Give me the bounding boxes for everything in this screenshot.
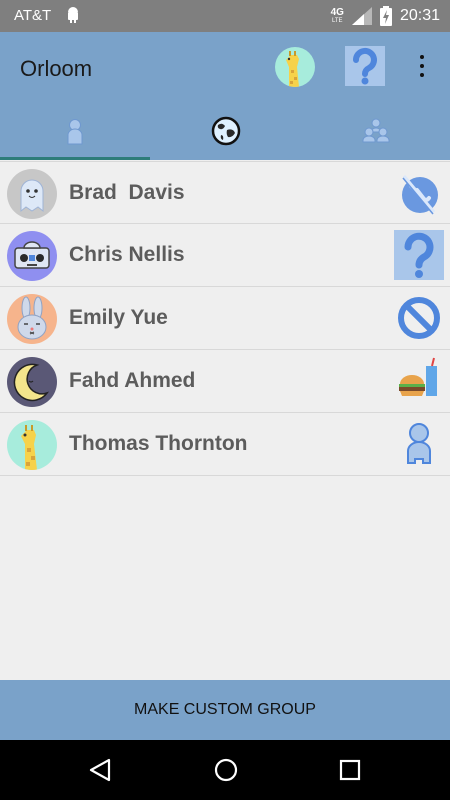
home-icon[interactable] bbox=[213, 757, 239, 783]
contact-list: Brad Davis Chris Nellis Emily Yue Fahd A… bbox=[0, 161, 450, 476]
make-custom-group-button[interactable]: MAKE CUSTOM GROUP bbox=[0, 680, 450, 740]
avatar bbox=[7, 357, 57, 407]
tab-indicator bbox=[0, 157, 150, 160]
person-icon bbox=[67, 119, 83, 145]
tab-world[interactable] bbox=[150, 104, 300, 160]
question-icon bbox=[352, 47, 377, 85]
ghost-icon bbox=[20, 179, 44, 213]
app-bar: Orloom bbox=[0, 32, 450, 160]
back-icon[interactable] bbox=[87, 757, 113, 783]
recent-apps-icon[interactable] bbox=[339, 759, 361, 781]
battery-charging-icon bbox=[379, 6, 392, 26]
overflow-menu-icon[interactable] bbox=[412, 52, 432, 82]
contact-name: Brad Davis bbox=[69, 181, 185, 204]
avatar bbox=[7, 420, 57, 470]
contact-row[interactable]: Fahd Ahmed bbox=[0, 350, 450, 413]
status-bar: AT&T 4G LTE 20:31 bbox=[0, 0, 450, 32]
food-icon bbox=[399, 357, 437, 396]
robot-icon bbox=[14, 241, 50, 269]
contact-row[interactable]: Thomas Thornton bbox=[0, 413, 450, 476]
carrier-label: AT&T bbox=[14, 7, 52, 24]
contact-row[interactable]: Chris Nellis bbox=[0, 224, 450, 287]
app-title: Orloom bbox=[20, 56, 93, 81]
signal-icon bbox=[351, 7, 372, 25]
giraffe-icon bbox=[21, 425, 37, 470]
clock: 20:31 bbox=[399, 7, 440, 24]
giraffe-icon bbox=[286, 51, 299, 87]
moon-icon bbox=[13, 363, 50, 402]
contact-name: Chris Nellis bbox=[69, 243, 185, 266]
system-nav-bar bbox=[0, 740, 450, 800]
muted-phone-icon bbox=[402, 175, 438, 215]
contact-name: Emily Yue bbox=[69, 306, 168, 329]
group-icon bbox=[362, 118, 390, 143]
help-button[interactable] bbox=[345, 46, 385, 86]
avatar bbox=[7, 294, 57, 344]
bunny-icon bbox=[17, 296, 47, 340]
network-indicator: 4G LTE bbox=[330, 7, 344, 25]
question-icon bbox=[404, 232, 434, 278]
profile-avatar[interactable] bbox=[275, 47, 315, 87]
contact-row[interactable]: Brad Davis bbox=[0, 161, 450, 224]
blocked-icon bbox=[398, 297, 440, 339]
person-icon bbox=[407, 423, 431, 464]
contact-name: Fahd Ahmed bbox=[69, 369, 196, 392]
contact-row[interactable]: Emily Yue bbox=[0, 287, 450, 350]
android-icon bbox=[68, 7, 78, 23]
tab-groups[interactable] bbox=[300, 104, 450, 160]
tab-contacts[interactable] bbox=[0, 104, 150, 160]
globe-icon bbox=[211, 116, 241, 146]
avatar bbox=[7, 169, 57, 219]
status-unknown bbox=[394, 230, 444, 280]
avatar bbox=[7, 231, 57, 281]
contact-name: Thomas Thornton bbox=[69, 432, 248, 455]
